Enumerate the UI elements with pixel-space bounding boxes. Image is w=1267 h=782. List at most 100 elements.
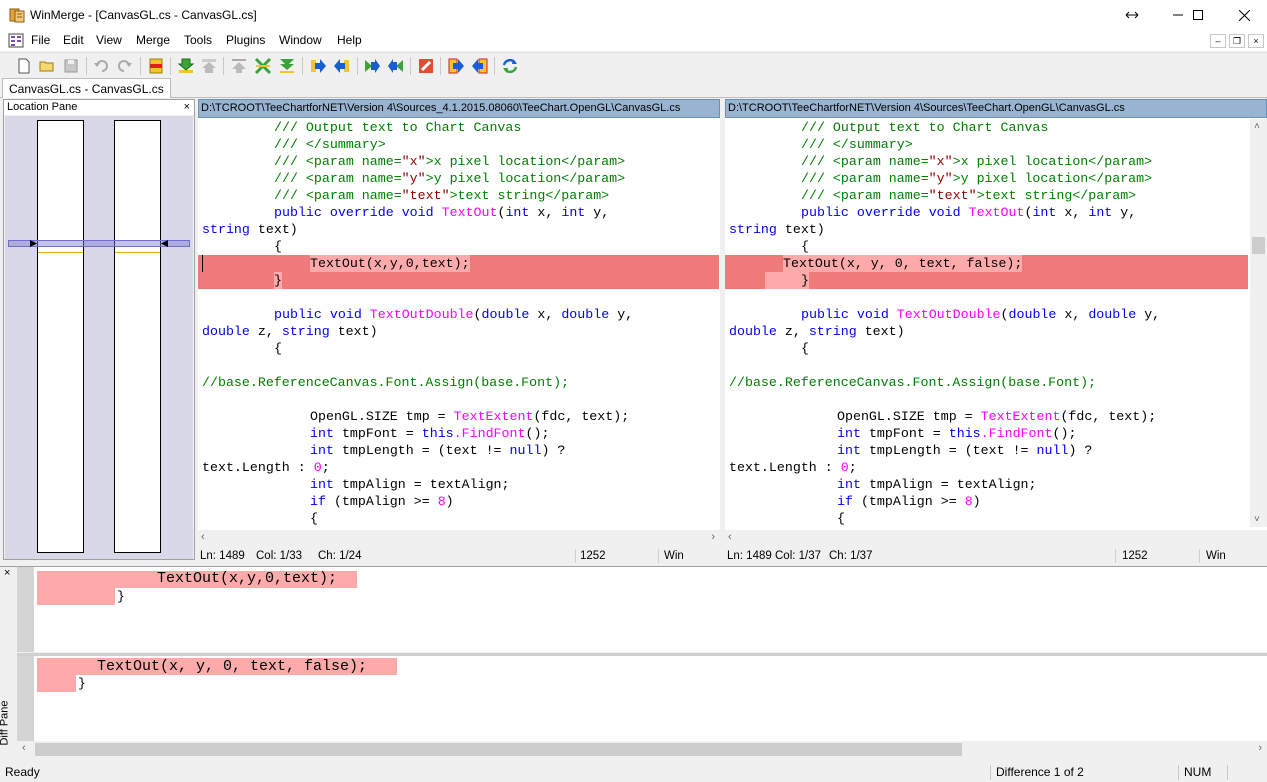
- diff-pane-close-icon[interactable]: ×: [4, 567, 10, 579]
- location-bar-left[interactable]: [37, 120, 84, 553]
- menu-plugins[interactable]: Plugins: [226, 33, 265, 47]
- code-keyword: int: [1032, 205, 1057, 220]
- copy-left-icon[interactable]: [333, 57, 351, 75]
- scrollbar-thumb[interactable]: [1252, 237, 1265, 254]
- scroll-right-icon[interactable]: ›: [1258, 742, 1262, 754]
- code-text: ();: [525, 426, 550, 441]
- code-text: text.Length: [729, 460, 817, 475]
- copy-right-icon[interactable]: [309, 57, 327, 75]
- scroll-left-icon[interactable]: ‹: [728, 531, 732, 543]
- code-string: "y": [928, 171, 953, 186]
- left-code-view[interactable]: /// Output text to Chart Canvas /// </su…: [198, 119, 720, 527]
- copy-all-left-icon[interactable]: [471, 57, 489, 75]
- maximize-button[interactable]: [1175, 0, 1221, 30]
- location-right-marker-icon: [161, 240, 168, 247]
- location-pane-body[interactable]: [5, 116, 193, 559]
- diff-pane-left[interactable]: TextOut(x,y,0,text); }: [17, 567, 1267, 652]
- code-text: ) ?: [541, 443, 566, 458]
- location-bar-right[interactable]: [114, 120, 161, 553]
- copy-right-advance-icon[interactable]: [363, 57, 381, 75]
- edit-options-icon[interactable]: [417, 57, 435, 75]
- code-text: text): [864, 324, 905, 339]
- code-text: ;: [321, 460, 330, 475]
- code-number: 8: [437, 494, 446, 509]
- location-pane: Location Pane ×: [3, 99, 195, 560]
- left-eol: Win: [664, 550, 684, 562]
- scroll-down-icon[interactable]: ˅: [1254, 514, 1260, 525]
- last-diff-icon[interactable]: [278, 57, 296, 75]
- current-diff-icon[interactable]: [254, 57, 272, 75]
- menu-merge[interactable]: Merge: [136, 33, 170, 47]
- code-keyword: string: [808, 324, 857, 339]
- right-diff-line: TextOut(x, y, 0, text, false);: [783, 255, 1023, 272]
- maximize-icon: [1193, 10, 1203, 20]
- code-comment: >y pixel location</param>: [425, 171, 626, 186]
- right-editor-pane[interactable]: D:\TCROOT\TeeChartforNET\Version 4\Sourc…: [725, 99, 1267, 547]
- prev-diff-icon[interactable]: [200, 57, 218, 75]
- restore-size-icon[interactable]: [1109, 0, 1155, 30]
- right-encoding: 1252: [1122, 550, 1148, 562]
- left-editor-pane[interactable]: D:\TCROOT\TeeChartforNET\Version 4\Sourc…: [198, 99, 720, 547]
- scroll-up-icon[interactable]: ˄: [1254, 121, 1260, 132]
- scroll-left-icon[interactable]: ‹: [22, 742, 26, 754]
- menu-edit[interactable]: Edit: [63, 33, 84, 47]
- right-pane-status: Ln: 1489 Col: 1/37 Ch: 1/37 1252 Win: [725, 547, 1267, 565]
- mdi-minimize-button[interactable]: ‒: [1210, 34, 1226, 48]
- code-comment: >y pixel location</param>: [952, 171, 1153, 186]
- code-comment: >x pixel location</param>: [952, 154, 1153, 169]
- diff-document-icon[interactable]: [8, 33, 24, 48]
- new-icon[interactable]: [15, 57, 33, 75]
- right-code-view[interactable]: /// Output text to Chart Canvas /// </su…: [725, 119, 1248, 527]
- code-text: x,: [1064, 307, 1081, 322]
- left-horizontal-scrollbar[interactable]: ‹ ›: [198, 530, 720, 547]
- copy-left-advance-icon[interactable]: [387, 57, 405, 75]
- scrollbar-thumb[interactable]: [35, 743, 962, 756]
- menu-view[interactable]: View: [96, 33, 122, 47]
- next-diff-icon[interactable]: [177, 57, 195, 75]
- code-text: :: [816, 460, 841, 475]
- code-keyword: if: [310, 494, 326, 509]
- code-text: tmpAlign = textAlign;: [341, 477, 510, 492]
- diff-pane-horizontal-scrollbar[interactable]: ‹ ›: [17, 741, 1267, 758]
- menu-file[interactable]: File: [31, 33, 50, 47]
- menu-window[interactable]: Window: [279, 33, 322, 47]
- code-text: tmpLength = (text !=: [868, 443, 1037, 458]
- diff-pane-right[interactable]: TextOut(x, y, 0, text, false); }: [17, 656, 1267, 741]
- open-folder-icon[interactable]: [38, 57, 56, 75]
- diff-marker-icon[interactable]: [147, 57, 165, 75]
- status-bar: Ready Difference 1 of 2 NUM: [0, 763, 1267, 782]
- menu-tools[interactable]: Tools: [184, 33, 212, 47]
- code-comment: /// Output text to Chart Canvas: [801, 120, 1049, 135]
- document-tab[interactable]: CanvasGL.cs - CanvasGL.cs: [2, 78, 171, 98]
- location-pane-close-icon[interactable]: ×: [184, 100, 190, 114]
- mdi-close-button[interactable]: ×: [1248, 34, 1264, 48]
- code-keyword: int: [837, 426, 861, 441]
- code-number: 0: [313, 460, 322, 475]
- code-comment: /// <param name=: [274, 154, 402, 169]
- right-horizontal-scrollbar[interactable]: ‹: [725, 530, 1267, 547]
- left-pane-status: Ln: 1489 Col: 1/33 Ch: 1/24 1252 Win: [198, 547, 720, 565]
- undo-icon[interactable]: [92, 57, 110, 75]
- code-text: x,: [537, 205, 554, 220]
- code-number: 0: [840, 460, 849, 475]
- scroll-right-icon[interactable]: ›: [711, 531, 715, 543]
- redo-icon[interactable]: [116, 57, 134, 75]
- close-button[interactable]: [1221, 0, 1267, 30]
- scroll-left-icon[interactable]: ‹: [201, 531, 205, 543]
- code-text: y,: [593, 205, 610, 220]
- right-vertical-scrollbar[interactable]: ˄ ˅: [1250, 119, 1267, 527]
- code-keyword: override: [329, 205, 394, 220]
- diff-pane-left-line: TextOut(x,y,0,text);: [157, 570, 338, 587]
- copy-all-right-icon[interactable]: [447, 57, 465, 75]
- code-comment: /// <param name=: [274, 171, 402, 186]
- code-text: z,: [784, 324, 801, 339]
- left-file-path: D:\TCROOT\TeeChartforNET\Version 4\Sourc…: [198, 99, 720, 118]
- code-text: tmpFont =: [868, 426, 949, 441]
- refresh-icon[interactable]: [501, 57, 519, 75]
- mdi-restore-button[interactable]: ❐: [1229, 34, 1245, 48]
- menu-help[interactable]: Help: [337, 33, 362, 47]
- right-column: Col: 1/37: [775, 550, 822, 562]
- save-icon[interactable]: [62, 57, 80, 75]
- first-diff-icon[interactable]: [230, 57, 248, 75]
- code-string: "y": [401, 171, 426, 186]
